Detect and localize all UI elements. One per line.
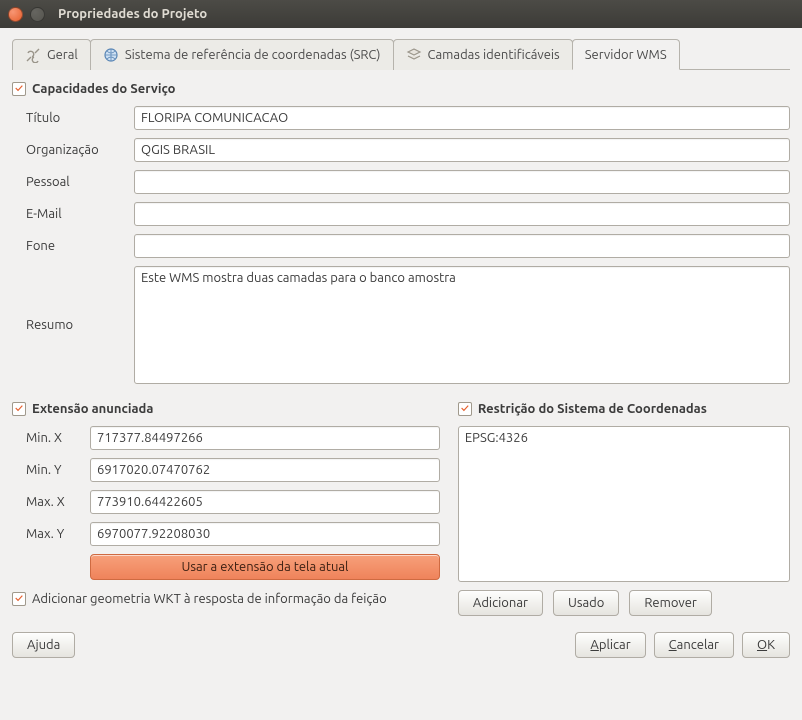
input-miny[interactable] [90, 458, 440, 482]
remove-crs-button[interactable]: Remover [629, 590, 711, 616]
crs-restrict-section: Restrição do Sistema de Coordenadas EPSG… [458, 402, 790, 616]
tab-wms[interactable]: Servidor WMS [572, 39, 680, 70]
input-titulo[interactable] [134, 106, 790, 130]
window-title: Propriedades do Projeto [58, 7, 207, 21]
input-maxx[interactable] [90, 490, 440, 514]
checkbox-icon[interactable] [12, 82, 26, 96]
input-fone[interactable] [134, 234, 790, 258]
extent-section: Extensão anunciada Min. X Min. Y Max. X … [12, 402, 440, 616]
label-organizacao: Organização [26, 143, 126, 157]
tab-general[interactable]: Geral [12, 39, 91, 70]
section-title: Restrição do Sistema de Coordenadas [478, 402, 707, 416]
label-resumo: Resumo [26, 318, 126, 332]
window-body: Geral Sistema de referência de coordenad… [0, 28, 802, 670]
add-crs-button[interactable]: Adicionar [458, 590, 543, 616]
checkbox-icon[interactable] [458, 402, 472, 416]
input-resumo[interactable] [134, 266, 790, 384]
checkbox-icon[interactable] [12, 402, 26, 416]
input-pessoal[interactable] [134, 170, 790, 194]
globe-icon [103, 47, 119, 63]
crs-buttons: Adicionar Usado Remover [458, 590, 790, 616]
label-minx: Min. X [26, 431, 82, 445]
checkbox-icon[interactable] [12, 592, 26, 606]
used-crs-button[interactable]: Usado [553, 590, 619, 616]
label-miny: Min. Y [26, 463, 82, 477]
layers-icon [406, 47, 422, 63]
label-pessoal: Pessoal [26, 175, 126, 189]
label-titulo: Título [26, 111, 126, 125]
ok-button[interactable]: OK [742, 632, 790, 658]
wkt-checkbox-row[interactable]: Adicionar geometria WKT à resposta de in… [12, 592, 440, 606]
tab-label: Geral [47, 48, 78, 62]
extent-grid: Min. X Min. Y Max. X Max. Y Usar a exten… [26, 426, 440, 580]
label-email: E-Mail [26, 207, 126, 221]
extent-header[interactable]: Extensão anunciada [12, 402, 440, 416]
tab-crs[interactable]: Sistema de referência de coordenadas (SR… [90, 39, 394, 70]
tab-label: Servidor WMS [585, 48, 667, 62]
tab-label: Camadas identificáveis [428, 48, 560, 62]
label-maxx: Max. X [26, 495, 82, 509]
tab-bar: Geral Sistema de referência de coordenad… [12, 38, 790, 70]
cancel-button[interactable]: Cancelar [654, 632, 734, 658]
titlebar: Propriedades do Projeto [0, 0, 802, 28]
section-title: Extensão anunciada [32, 402, 153, 416]
tab-layers[interactable]: Camadas identificáveis [393, 39, 573, 70]
apply-button[interactable]: Aplicar [575, 632, 645, 658]
crs-restrict-header[interactable]: Restrição do Sistema de Coordenadas [458, 402, 790, 416]
help-button[interactable]: Ajuda [12, 632, 75, 658]
label-fone: Fone [26, 239, 126, 253]
section-title: Capacidades do Serviço [32, 82, 175, 96]
tools-icon [25, 47, 41, 63]
capabilities-header[interactable]: Capacidades do Serviço [12, 82, 790, 96]
minimize-icon[interactable] [30, 7, 45, 22]
use-canvas-extent-button[interactable]: Usar a extensão da tela atual [90, 554, 440, 580]
capabilities-form: Título Organização Pessoal E-Mail Fone R… [26, 106, 790, 384]
wkt-label: Adicionar geometria WKT à resposta de in… [32, 592, 387, 606]
input-minx[interactable] [90, 426, 440, 450]
crs-listbox[interactable]: EPSG:4326 [458, 426, 790, 582]
dialog-footer: Ajuda Aplicar Cancelar OK [12, 632, 790, 658]
label-maxy: Max. Y [26, 527, 82, 541]
close-icon[interactable] [8, 7, 23, 22]
input-organizacao[interactable] [134, 138, 790, 162]
tab-label: Sistema de referência de coordenadas (SR… [125, 48, 381, 62]
lower-section: Extensão anunciada Min. X Min. Y Max. X … [12, 402, 790, 616]
list-item[interactable]: EPSG:4326 [465, 431, 783, 445]
input-email[interactable] [134, 202, 790, 226]
input-maxy[interactable] [90, 522, 440, 546]
